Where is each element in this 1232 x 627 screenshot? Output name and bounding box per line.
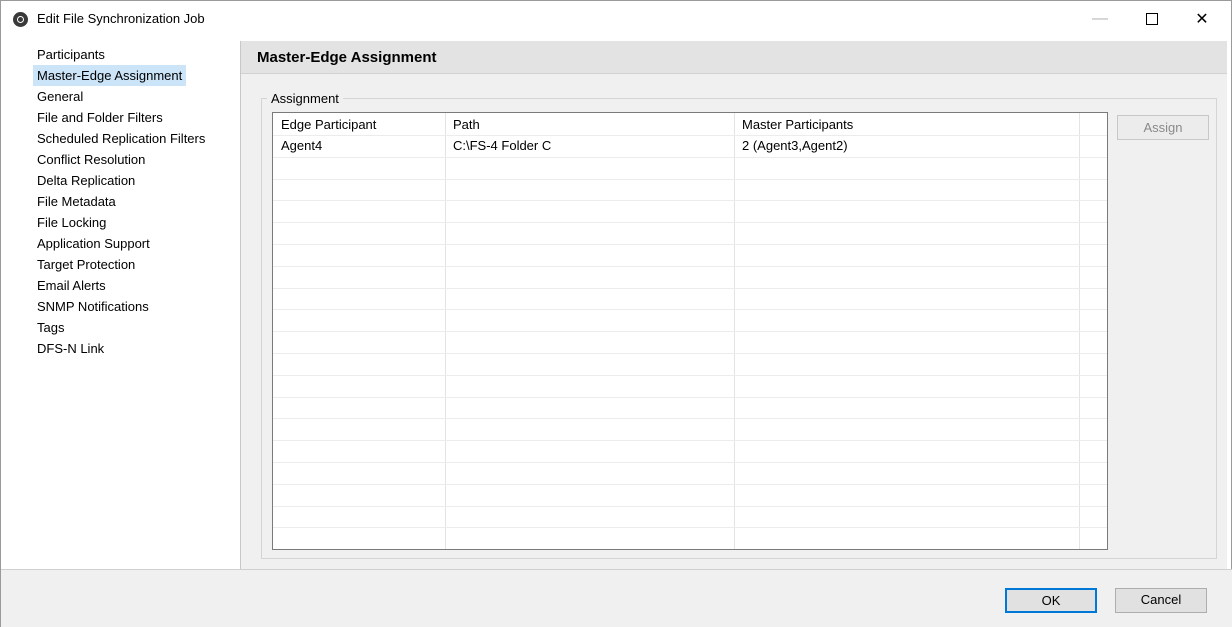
ok-button[interactable]: OK bbox=[1005, 588, 1097, 613]
app-logo-icon bbox=[13, 12, 28, 27]
table-row-divider bbox=[273, 222, 1107, 223]
table-row-divider bbox=[273, 179, 1107, 180]
sidebar-item-file-and-folder-filters[interactable]: File and Folder Filters bbox=[33, 107, 167, 128]
sidebar-item-participants[interactable]: Participants bbox=[33, 44, 109, 65]
column-header-path[interactable]: Path bbox=[453, 115, 480, 135]
sidebar-item-dfs-n-link[interactable]: DFS-N Link bbox=[33, 338, 108, 359]
table-row-divider bbox=[273, 418, 1107, 419]
table-row-divider bbox=[273, 462, 1107, 463]
cancel-button[interactable]: Cancel bbox=[1115, 588, 1207, 613]
dialog-footer: OK Cancel bbox=[1, 569, 1232, 627]
table-row-divider bbox=[273, 244, 1107, 245]
sidebar-item-file-metadata[interactable]: File Metadata bbox=[33, 191, 120, 212]
table-row-divider bbox=[273, 375, 1107, 376]
assignment-table[interactable]: Edge Participant Path Master Participant… bbox=[272, 112, 1108, 550]
close-button[interactable]: ✕ bbox=[1179, 1, 1225, 37]
table-row-divider bbox=[273, 266, 1107, 267]
sidebar-item-snmp-notifications[interactable]: SNMP Notifications bbox=[33, 296, 153, 317]
table-row-divider bbox=[273, 506, 1107, 507]
assignment-group-label: Assignment bbox=[267, 91, 343, 106]
table-cell-path[interactable]: C:\FS-4 Folder C bbox=[453, 136, 551, 156]
table-row-divider bbox=[273, 353, 1107, 354]
sidebar-item-general[interactable]: General bbox=[33, 86, 87, 107]
maximize-button[interactable] bbox=[1129, 1, 1175, 37]
sidebar-item-scheduled-replication-filters[interactable]: Scheduled Replication Filters bbox=[33, 128, 209, 149]
sidebar-item-delta-replication[interactable]: Delta Replication bbox=[33, 170, 139, 191]
table-row-divider bbox=[273, 288, 1107, 289]
sidebar-item-conflict-resolution[interactable]: Conflict Resolution bbox=[33, 149, 149, 170]
sidebar-item-master-edge-assignment[interactable]: Master-Edge Assignment bbox=[33, 65, 187, 86]
page-header: Master-Edge Assignment bbox=[241, 41, 1227, 74]
sidebar-item-tags[interactable]: Tags bbox=[33, 317, 68, 338]
main-panel: Master-Edge Assignment Assignment Edge P… bbox=[241, 41, 1227, 569]
sidebar-item-target-protection[interactable]: Target Protection bbox=[33, 254, 139, 275]
sidebar-item-application-support[interactable]: Application Support bbox=[33, 233, 154, 254]
table-row-divider bbox=[273, 157, 1107, 158]
table-row-divider bbox=[273, 309, 1107, 310]
table-cell-edge-participant[interactable]: Agent4 bbox=[281, 136, 322, 156]
sidebar-item-file-locking[interactable]: File Locking bbox=[33, 212, 110, 233]
minimize-button[interactable]: — bbox=[1077, 1, 1123, 37]
table-cell-master-participants[interactable]: 2 (Agent3,Agent2) bbox=[742, 136, 848, 156]
table-row-divider bbox=[273, 135, 1107, 136]
table-row-divider bbox=[273, 331, 1107, 332]
sidebar-item-email-alerts[interactable]: Email Alerts bbox=[33, 275, 110, 296]
page-title: Master-Edge Assignment bbox=[257, 49, 437, 66]
table-row-divider bbox=[273, 484, 1107, 485]
close-icon: ✕ bbox=[1195, 11, 1209, 28]
minimize-icon: — bbox=[1092, 10, 1108, 27]
table-row-divider bbox=[273, 397, 1107, 398]
dialog-window: Edit File Synchronization Job — ✕ Partic… bbox=[0, 0, 1232, 627]
assign-button[interactable]: Assign bbox=[1117, 115, 1209, 140]
table-row-divider bbox=[273, 440, 1107, 441]
sidebar-nav: Participants Master-Edge Assignment Gene… bbox=[9, 41, 241, 569]
maximize-icon bbox=[1146, 13, 1158, 25]
column-header-master-participants[interactable]: Master Participants bbox=[742, 115, 853, 135]
column-header-edge-participant[interactable]: Edge Participant bbox=[281, 115, 376, 135]
table-row-divider bbox=[273, 527, 1107, 528]
window-title: Edit File Synchronization Job bbox=[37, 11, 205, 26]
table-row-divider bbox=[273, 200, 1107, 201]
title-bar: Edit File Synchronization Job — ✕ bbox=[1, 1, 1231, 37]
